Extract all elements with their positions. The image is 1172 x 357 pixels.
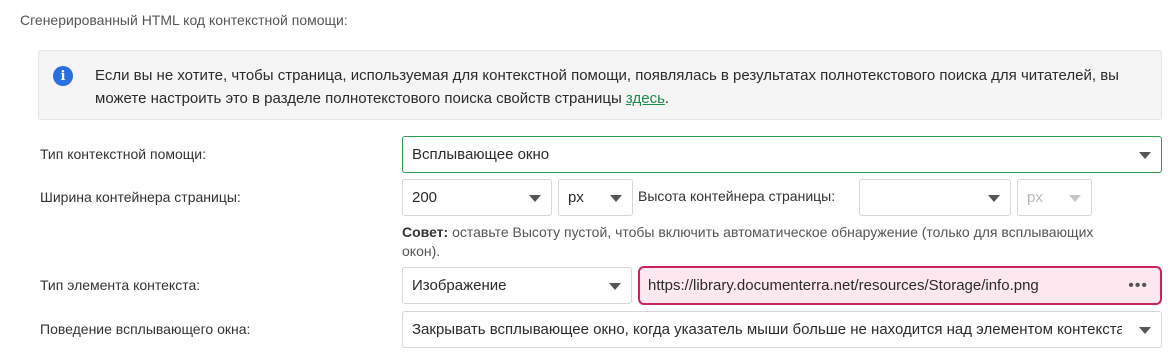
chevron-down-icon <box>609 282 621 290</box>
chevron-down-icon <box>988 194 1000 202</box>
width-label: Ширина контейнера страницы: <box>40 189 241 205</box>
width-unit-value: px <box>568 189 584 206</box>
chevron-down-icon <box>1139 326 1151 334</box>
image-url-value: https://library.documenterra.net/resourc… <box>648 277 1039 294</box>
chevron-down-icon <box>1139 151 1151 159</box>
width-select[interactable]: 200 <box>402 179 552 216</box>
chevron-down-icon <box>610 194 622 202</box>
height-select[interactable] <box>859 179 1011 216</box>
popup-behavior-select[interactable]: Закрывать всплывающее окно, когда указат… <box>402 311 1162 348</box>
height-hint: Совет: оставьте Высоту пустой, чтобы вкл… <box>402 223 1102 261</box>
info-text: Если вы не хотите, чтобы страница, испол… <box>95 67 1119 107</box>
width-value: 200 <box>412 189 438 206</box>
element-type-select[interactable]: Изображение <box>402 267 632 304</box>
hint-title: Совет: <box>402 224 449 240</box>
chevron-down-icon <box>1069 194 1081 202</box>
help-type-select[interactable]: Всплывающее окно <box>402 136 1162 173</box>
help-type-label: Тип контекстной помощи: <box>40 146 206 162</box>
info-period: . <box>664 90 670 107</box>
more-options-icon[interactable]: ••• <box>1128 277 1148 295</box>
info-icon: i <box>53 66 73 86</box>
image-url-field[interactable]: https://library.documenterra.net/resourc… <box>638 266 1162 305</box>
element-type-value: Изображение <box>412 277 507 294</box>
info-link[interactable]: здесь <box>626 90 665 107</box>
element-type-label: Тип элемента контекста: <box>40 277 201 293</box>
chevron-down-icon <box>529 194 541 202</box>
popup-behavior-label: Поведение всплывающего окна: <box>40 321 251 337</box>
popup-behavior-value: Закрывать всплывающее окно, когда указат… <box>412 321 1122 338</box>
hint-text: оставьте Высоту пустой, чтобы включить а… <box>402 224 1094 259</box>
width-unit-select[interactable]: px <box>558 179 633 216</box>
height-unit-value: px <box>1027 189 1043 206</box>
height-label: Высота контейнера страницы: <box>638 188 836 204</box>
help-type-value: Всплывающее окно <box>412 146 550 163</box>
height-unit-select[interactable]: px <box>1017 179 1092 216</box>
info-message: Если вы не хотите, чтобы страница, испол… <box>95 64 1145 110</box>
section-title: Сгенерированный HTML код контекстной пом… <box>20 12 348 28</box>
